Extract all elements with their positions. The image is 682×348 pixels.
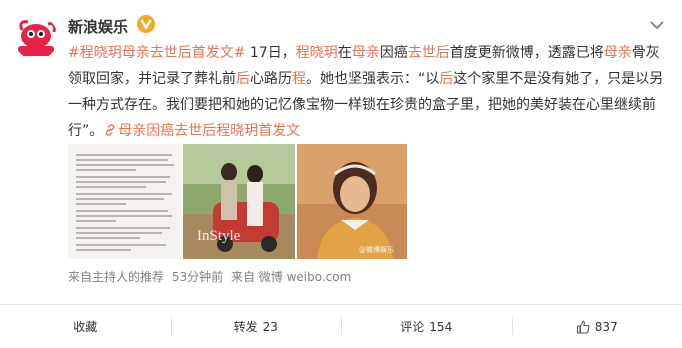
like-count: 837: [594, 319, 618, 334]
magazine-photo-image: InStyle: [183, 144, 295, 259]
repost-label: 转发: [233, 320, 258, 334]
repost-count: 23: [262, 319, 278, 334]
favorite-label: 收藏: [73, 320, 98, 334]
verified-badge-icon: [137, 15, 155, 33]
comment-count: 154: [429, 319, 453, 334]
comment-label: 评论: [400, 320, 425, 334]
weibo-card: 新浪娱乐 #程晓玥母亲去世后首发文# 17日，程晓玥在母亲因癌去世后首度更新微博…: [0, 0, 682, 348]
post-meta: 来自主持人的推荐 53分钟前 来自 微博 weibo.com: [68, 268, 355, 285]
instyle-watermark: InStyle: [197, 228, 241, 244]
text: 17日，: [245, 45, 296, 61]
text: 在: [337, 45, 352, 61]
favorite-button[interactable]: 收藏: [0, 305, 171, 348]
link-icon: [106, 124, 115, 136]
text: 因癌: [379, 45, 408, 61]
avatar[interactable]: [14, 16, 58, 60]
text: 。她也坚强表示：“以: [306, 71, 440, 87]
keyword: 后: [439, 71, 454, 87]
keyword: 程晓玥: [295, 45, 338, 61]
post-via[interactable]: 来自 微博 weibo.com: [231, 270, 351, 284]
keyword: 程: [292, 71, 306, 87]
sina-ent-logo: [14, 16, 58, 60]
text: 首度更新微博，透露已将: [449, 45, 604, 61]
keyword: 母亲: [603, 45, 632, 61]
account-name[interactable]: 新浪娱乐: [68, 16, 128, 37]
hashtag-link[interactable]: #程晓玥母亲去世后首发文#: [68, 45, 245, 61]
article-link-label: 母亲因癌去世后程晓玥首发文: [118, 123, 301, 139]
keyword: 母亲: [351, 45, 380, 61]
portrait-photo-image: @微博娱乐: [297, 144, 407, 259]
text: 心路历: [250, 71, 292, 87]
thumbs-up-icon: [576, 320, 590, 334]
post-text: #程晓玥母亲去世后首发文# 17日，程晓玥在母亲因癌去世后首度更新微博，透露已将…: [68, 40, 668, 144]
post-image-1[interactable]: [68, 144, 182, 259]
article-link[interactable]: 母亲因癌去世后程晓玥首发文: [103, 123, 300, 139]
photo-credit: @微博娱乐: [359, 245, 394, 254]
text-screenshot-image: [68, 144, 182, 259]
repost-button[interactable]: 转发 23: [170, 305, 342, 348]
post-image-2[interactable]: InStyle: [183, 144, 295, 259]
like-button[interactable]: 837: [511, 305, 682, 348]
recommend-source[interactable]: 来自主持人的推荐: [68, 270, 164, 284]
comment-button[interactable]: 评论 154: [341, 305, 512, 348]
keyword: 后: [236, 71, 250, 87]
chevron-down-icon[interactable]: [648, 18, 666, 32]
post-time[interactable]: 53分钟前: [172, 270, 223, 284]
action-bar: 收藏 转发 23 评论 154 837: [0, 305, 682, 348]
post-image-3[interactable]: @微博娱乐: [297, 144, 407, 259]
keyword: 去世后: [407, 45, 450, 61]
